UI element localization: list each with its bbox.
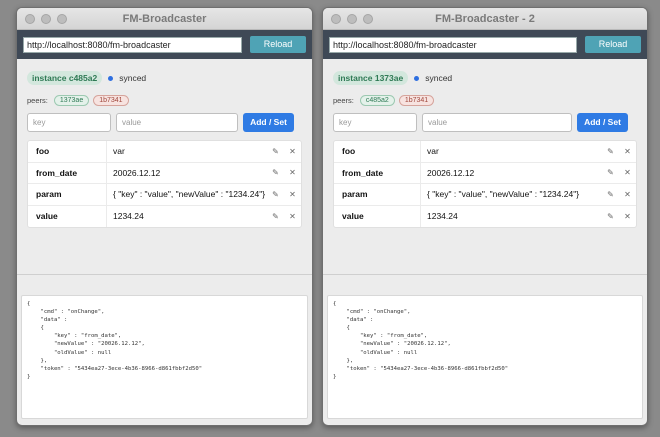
browser-window-2: FM-Broadcaster - 2 http://localhost:8080… [322, 7, 648, 426]
value-input[interactable]: value [422, 113, 572, 132]
url-bar: http://localhost:8080/fm-broadcaster Rel… [323, 30, 647, 59]
window-controls [331, 14, 373, 24]
pencil-icon[interactable]: ✎ [607, 212, 614, 221]
row-value: 20026.12.12 [420, 162, 602, 183]
row-key: value [342, 211, 364, 222]
browser-window-1: FM-Broadcaster http://localhost:8080/fm-… [16, 7, 313, 426]
row-value: 20026.12.12 [106, 162, 267, 183]
titlebar[interactable]: FM-Broadcaster [17, 8, 312, 30]
status-line: instance 1373ae synced [333, 71, 637, 85]
pencil-icon[interactable]: ✎ [607, 168, 614, 177]
peers-list: peers: 1373ae 1b7341 [27, 94, 302, 106]
synced-dot-icon [414, 75, 420, 81]
table-row: foo var ✎ ✕ [28, 141, 301, 163]
table-row: foo var ✎ ✕ [334, 141, 636, 163]
peers-label: peers: [333, 95, 354, 105]
peer-chip: 1373ae [53, 94, 90, 106]
divider [323, 274, 647, 275]
instance-badge: instance 1373ae [333, 71, 409, 85]
close-icon[interactable]: ✕ [289, 168, 296, 177]
row-key: from_date [342, 167, 384, 178]
event-log[interactable]: { "cmd" : "onChange", "data" : { "key" :… [21, 295, 308, 419]
row-key: foo [342, 146, 356, 157]
row-value: { "key" : "value", "newValue" : "1234.24… [420, 184, 602, 205]
reload-button[interactable]: Reload [585, 36, 641, 53]
close-window-button[interactable] [331, 14, 341, 24]
close-icon[interactable]: ✕ [289, 212, 296, 221]
close-icon[interactable]: ✕ [624, 212, 631, 221]
row-key: param [342, 189, 368, 200]
row-value: var [106, 141, 267, 162]
row-key: from_date [36, 167, 78, 178]
close-icon[interactable]: ✕ [289, 190, 296, 199]
row-value: var [420, 141, 602, 162]
table-row: from_date 20026.12.12 ✎ ✕ [334, 162, 636, 184]
peer-chip: 1b7341 [398, 94, 435, 106]
url-input[interactable]: http://localhost:8080/fm-broadcaster [329, 36, 577, 53]
row-key: param [36, 189, 62, 200]
add-set-button[interactable]: Add / Set [577, 113, 628, 132]
zoom-window-button[interactable] [363, 14, 373, 24]
pencil-icon[interactable]: ✎ [272, 168, 279, 177]
app-content: instance c485a2 synced peers: 1373ae 1b7… [17, 71, 312, 228]
close-icon[interactable]: ✕ [624, 190, 631, 199]
reload-button[interactable]: Reload [250, 36, 306, 53]
kv-table: foo var ✎ ✕ from_date 20026.12.12 ✎ ✕ para… [27, 140, 302, 228]
minimize-window-button[interactable] [41, 14, 51, 24]
add-form: key value Add / Set [333, 113, 637, 132]
kv-table: foo var ✎ ✕ from_date 20026.12.12 ✎ ✕ para… [333, 140, 637, 228]
pencil-icon[interactable]: ✎ [272, 212, 279, 221]
add-form: key value Add / Set [27, 113, 302, 132]
peer-chip: c485a2 [359, 94, 395, 106]
add-set-button[interactable]: Add / Set [243, 113, 294, 132]
event-log[interactable]: { "cmd" : "onChange", "data" : { "key" :… [327, 295, 643, 419]
synced-dot-icon [108, 75, 114, 81]
pencil-icon[interactable]: ✎ [272, 147, 279, 156]
sync-status: synced [119, 73, 147, 83]
divider [17, 274, 312, 275]
status-line: instance c485a2 synced [27, 71, 302, 85]
pencil-icon[interactable]: ✎ [607, 190, 614, 199]
close-icon[interactable]: ✕ [624, 147, 631, 156]
zoom-window-button[interactable] [57, 14, 67, 24]
value-input[interactable]: value [116, 113, 238, 132]
table-row: from_date 20026.12.12 ✎ ✕ [28, 162, 301, 184]
close-icon[interactable]: ✕ [289, 147, 296, 156]
sync-status: synced [425, 73, 453, 83]
row-value: 1234.24 [106, 205, 267, 227]
pencil-icon[interactable]: ✎ [607, 147, 614, 156]
table-row: param { "key" : "value", "newValue" : "1… [28, 184, 301, 206]
window-controls [25, 14, 67, 24]
close-icon[interactable]: ✕ [624, 168, 631, 177]
key-input[interactable]: key [333, 113, 417, 132]
instance-badge: instance c485a2 [27, 71, 103, 85]
table-row: param { "key" : "value", "newValue" : "1… [334, 184, 636, 206]
titlebar[interactable]: FM-Broadcaster - 2 [323, 8, 647, 30]
table-row: value 1234.24 ✎ ✕ [334, 205, 636, 227]
url-bar: http://localhost:8080/fm-broadcaster Rel… [17, 30, 312, 59]
peers-label: peers: [27, 95, 48, 105]
row-value: 1234.24 [420, 205, 602, 227]
pencil-icon[interactable]: ✎ [272, 190, 279, 199]
close-window-button[interactable] [25, 14, 35, 24]
peer-chip: 1b7341 [93, 94, 129, 106]
peers-list: peers: c485a2 1b7341 [333, 94, 637, 106]
app-content: instance 1373ae synced peers: c485a2 1b7… [323, 71, 647, 228]
minimize-window-button[interactable] [347, 14, 357, 24]
row-key: foo [36, 146, 50, 157]
row-key: value [36, 211, 58, 222]
url-input[interactable]: http://localhost:8080/fm-broadcaster [23, 36, 242, 53]
table-row: value 1234.24 ✎ ✕ [28, 205, 301, 227]
row-value: { "key" : "value", "newValue" : "1234.24… [106, 184, 267, 205]
key-input[interactable]: key [27, 113, 111, 132]
